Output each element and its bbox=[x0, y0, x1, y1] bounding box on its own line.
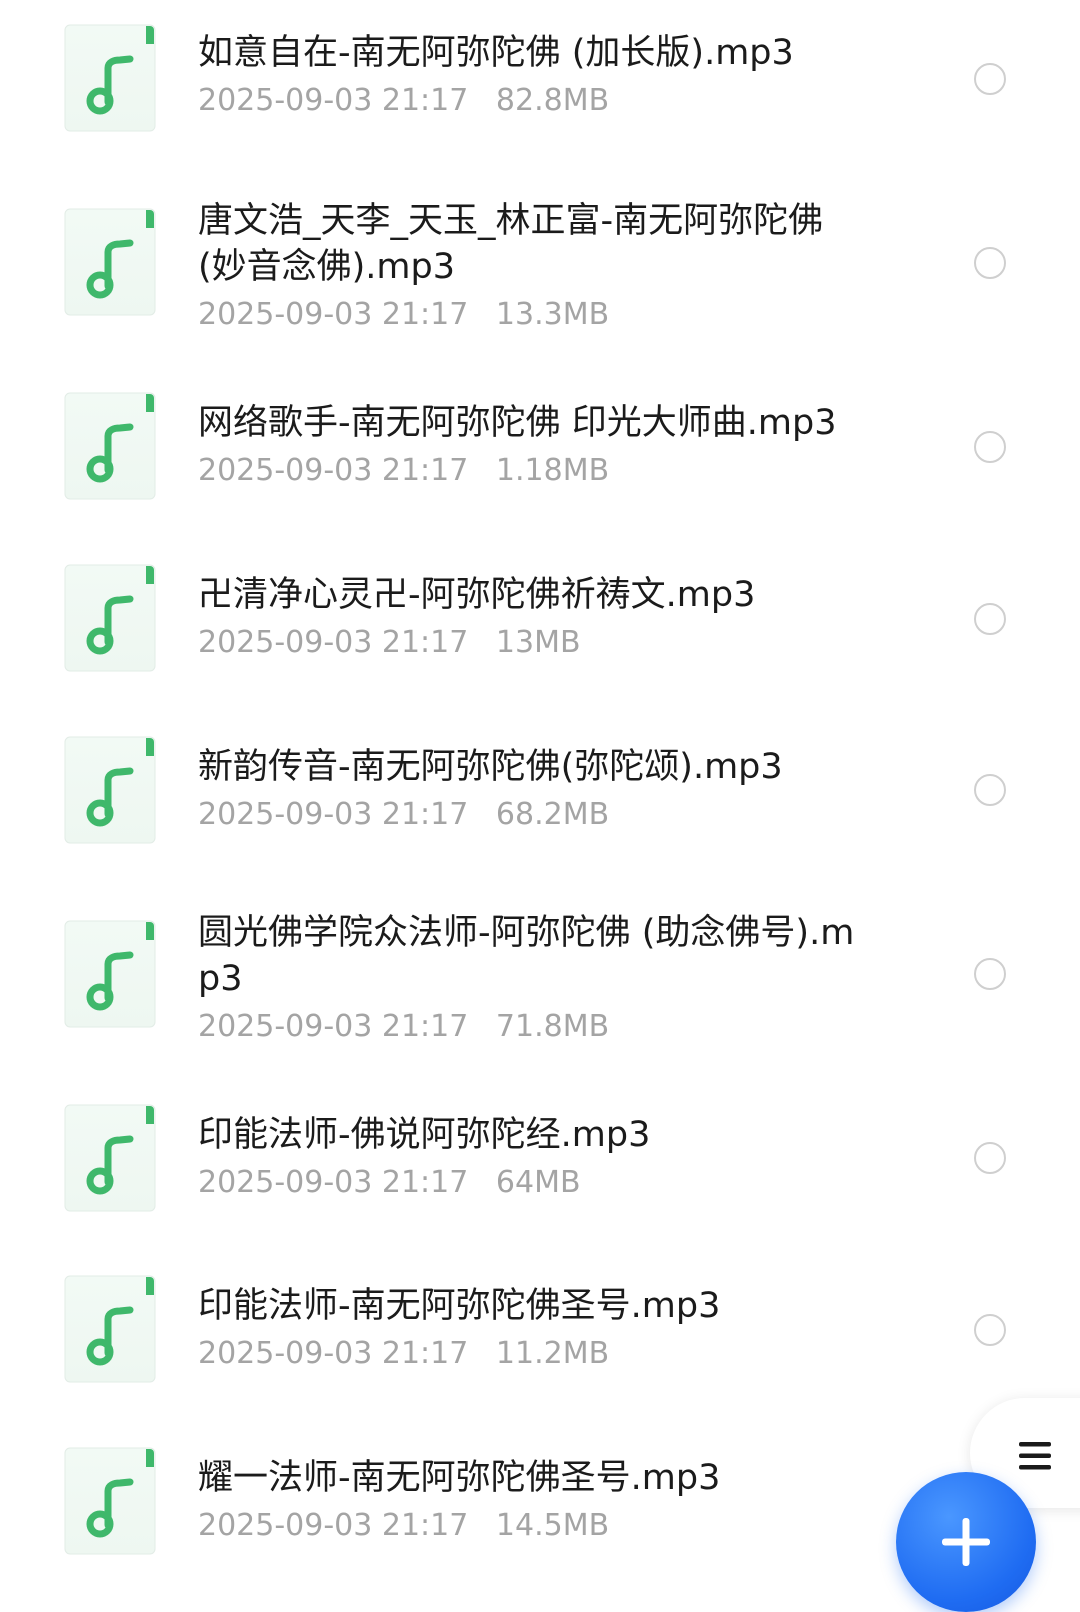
file-date: 2025-09-03 21:17 bbox=[198, 297, 469, 332]
file-size: 71.8MB bbox=[495, 1009, 610, 1044]
file-date: 2025-09-03 21:17 bbox=[198, 453, 469, 488]
file-name: 新韵传音-南无阿弥陀佛(弥陀颂).mp3 bbox=[198, 747, 783, 787]
file-text: 如意自在-南无阿弥陀佛 (加长版).mp3 2025-09-03 21:17 8… bbox=[198, 30, 870, 121]
select-radio[interactable] bbox=[974, 431, 1006, 463]
file-name: 印能法师-南无阿弥陀佛圣号.mp3 bbox=[198, 1286, 721, 1326]
file-size: 82.8MB bbox=[495, 83, 610, 118]
music-note-icon bbox=[64, 920, 156, 1028]
file-date: 2025-09-03 21:17 bbox=[198, 83, 469, 118]
file-date: 2025-09-03 21:17 bbox=[198, 1336, 469, 1371]
file-name: 印能法师-佛说阿弥陀经.mp3 bbox=[198, 1115, 651, 1155]
file-list: 如意自在-南无阿弥陀佛 (加长版).mp3 2025-09-03 21:17 8… bbox=[0, 0, 1080, 1607]
file-meta: 2025-09-03 21:17 71.8MB bbox=[198, 1007, 870, 1047]
music-note-icon bbox=[64, 1447, 156, 1555]
file-name: 如意自在-南无阿弥陀佛 (加长版).mp3 bbox=[198, 33, 794, 73]
file-meta: 2025-09-03 21:17 11.2MB bbox=[198, 1334, 870, 1374]
file-name: 唐文浩_天李_天玉_林正富-南无阿弥陀佛 (妙音念佛).mp3 bbox=[198, 201, 824, 287]
file-size: 1.18MB bbox=[495, 453, 610, 488]
file-name: 圆光佛学院众法师-阿弥陀佛 (助念佛号).mp3 bbox=[198, 913, 855, 999]
hamburger-menu-icon bbox=[1019, 1442, 1051, 1470]
music-note-icon bbox=[64, 564, 156, 672]
file-text: 唐文浩_天李_天玉_林正富-南无阿弥陀佛 (妙音念佛).mp3 2025-09-… bbox=[198, 198, 870, 335]
file-meta: 2025-09-03 21:17 68.2MB bbox=[198, 795, 870, 835]
file-meta: 2025-09-03 21:17 82.8MB bbox=[198, 81, 870, 121]
file-text: 圆光佛学院众法师-阿弥陀佛 (助念佛号).mp3 2025-09-03 21:1… bbox=[198, 910, 870, 1047]
file-size: 64MB bbox=[495, 1165, 581, 1200]
music-note-icon bbox=[64, 208, 156, 316]
file-text: 印能法师-南无阿弥陀佛圣号.mp3 2025-09-03 21:17 11.2M… bbox=[198, 1283, 870, 1374]
music-note-icon bbox=[64, 736, 156, 844]
file-text: 卍清净心灵卍-阿弥陀佛祈祷文.mp3 2025-09-03 21:17 13MB bbox=[198, 572, 870, 663]
file-date: 2025-09-03 21:17 bbox=[198, 625, 469, 660]
add-button[interactable] bbox=[896, 1472, 1036, 1612]
file-meta: 2025-09-03 21:17 13.3MB bbox=[198, 295, 870, 335]
file-size: 14.5MB bbox=[495, 1508, 610, 1543]
file-meta: 2025-09-03 21:17 64MB bbox=[198, 1163, 870, 1203]
music-note-icon bbox=[64, 1275, 156, 1383]
file-size: 13MB bbox=[495, 625, 581, 660]
select-radio[interactable] bbox=[974, 247, 1006, 279]
file-name: 网络歌手-南无阿弥陀佛 印光大师曲.mp3 bbox=[198, 403, 837, 443]
file-name: 耀一法师-南无阿弥陀佛圣号.mp3 bbox=[198, 1458, 721, 1498]
file-text: 新韵传音-南无阿弥陀佛(弥陀颂).mp3 2025-09-03 21:17 68… bbox=[198, 744, 870, 835]
file-date: 2025-09-03 21:17 bbox=[198, 1508, 469, 1543]
select-radio[interactable] bbox=[974, 63, 1006, 95]
select-radio[interactable] bbox=[974, 1142, 1006, 1174]
music-note-icon bbox=[64, 392, 156, 500]
file-size: 11.2MB bbox=[495, 1336, 610, 1371]
select-radio[interactable] bbox=[974, 603, 1006, 635]
file-date: 2025-09-03 21:17 bbox=[198, 1165, 469, 1200]
plus-icon bbox=[942, 1518, 990, 1566]
file-text: 网络歌手-南无阿弥陀佛 印光大师曲.mp3 2025-09-03 21:17 1… bbox=[198, 400, 870, 491]
file-meta: 2025-09-03 21:17 14.5MB bbox=[198, 1506, 870, 1546]
select-radio[interactable] bbox=[974, 958, 1006, 990]
music-note-icon bbox=[64, 1104, 156, 1212]
select-radio[interactable] bbox=[974, 774, 1006, 806]
file-meta: 2025-09-03 21:17 13MB bbox=[198, 623, 870, 663]
file-text: 耀一法师-南无阿弥陀佛圣号.mp3 2025-09-03 21:17 14.5M… bbox=[198, 1455, 870, 1546]
file-size: 68.2MB bbox=[495, 797, 610, 832]
file-date: 2025-09-03 21:17 bbox=[198, 797, 469, 832]
file-size: 13.3MB bbox=[495, 297, 610, 332]
file-meta: 2025-09-03 21:17 1.18MB bbox=[198, 451, 870, 491]
file-name: 卍清净心灵卍-阿弥陀佛祈祷文.mp3 bbox=[198, 575, 756, 615]
music-note-icon bbox=[64, 24, 156, 132]
select-radio[interactable] bbox=[974, 1314, 1006, 1346]
file-date: 2025-09-03 21:17 bbox=[198, 1009, 469, 1044]
file-text: 印能法师-佛说阿弥陀经.mp3 2025-09-03 21:17 64MB bbox=[198, 1112, 870, 1203]
